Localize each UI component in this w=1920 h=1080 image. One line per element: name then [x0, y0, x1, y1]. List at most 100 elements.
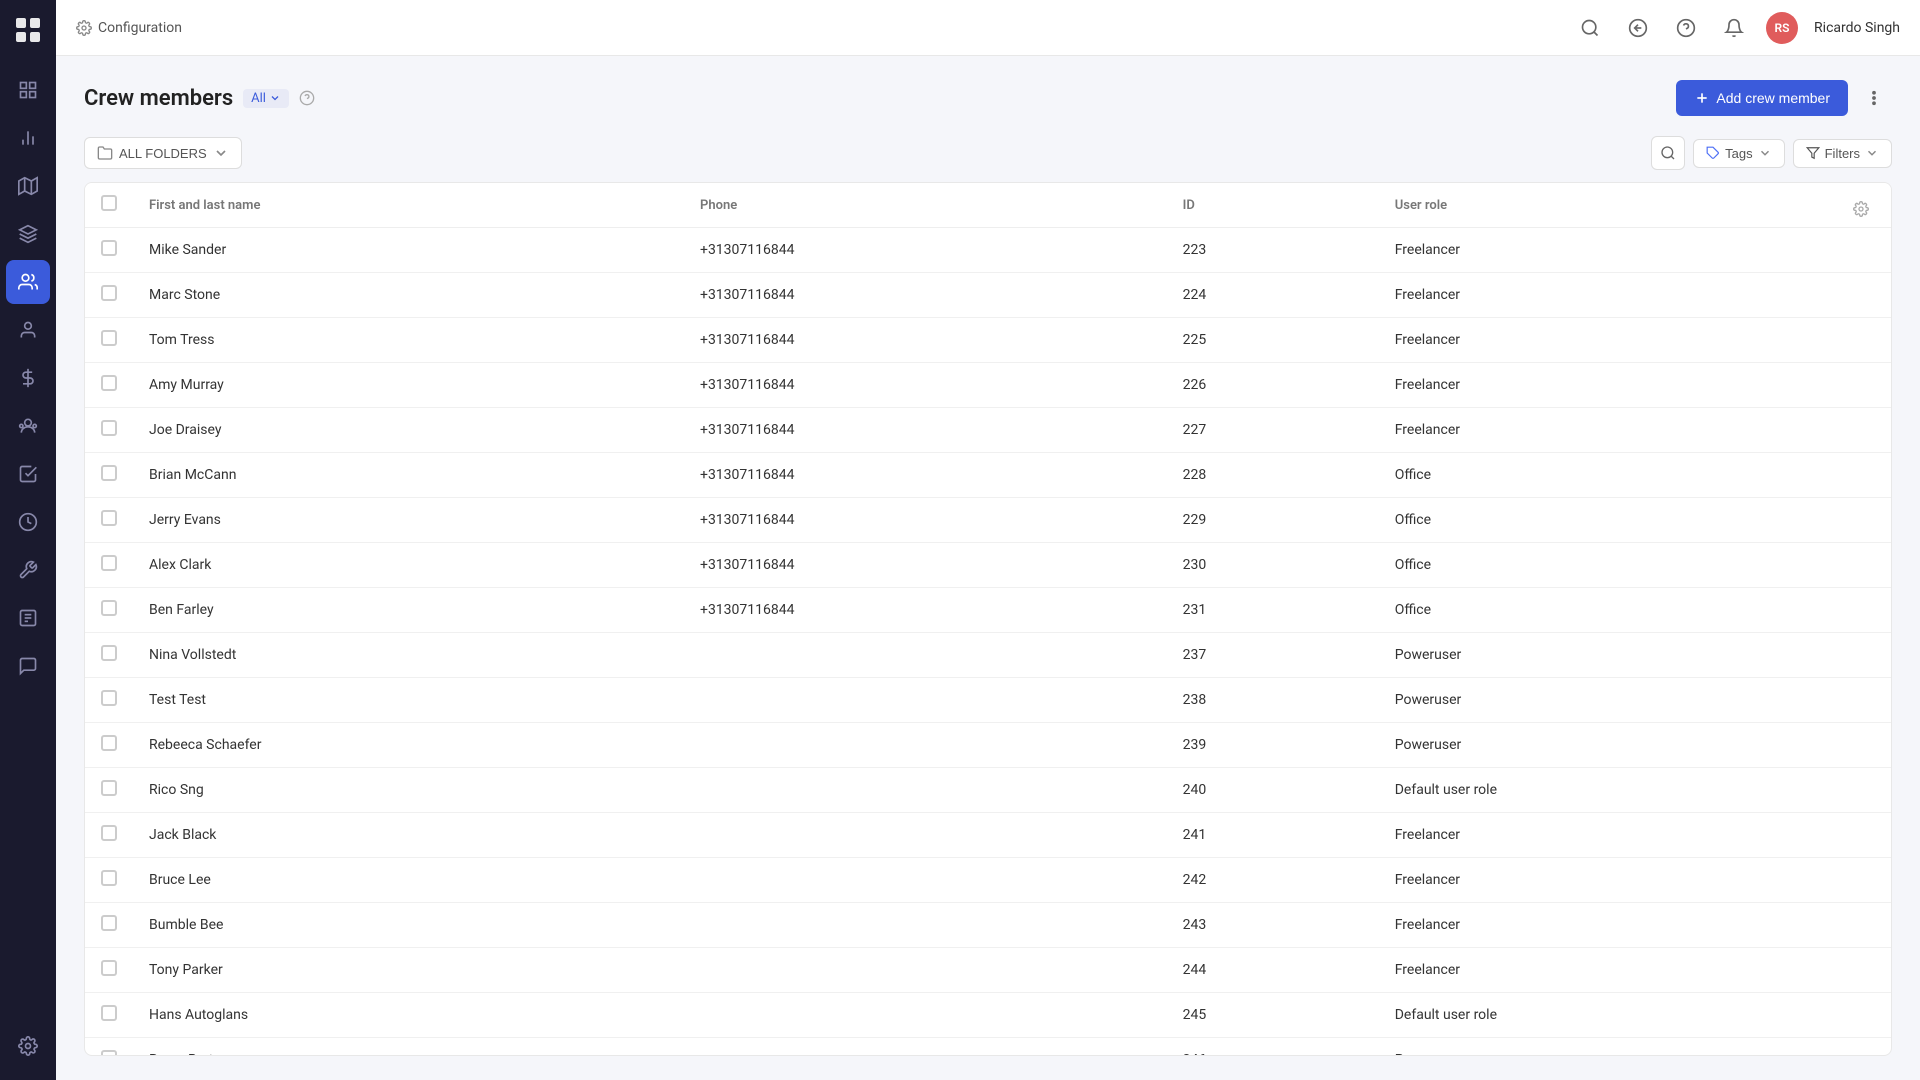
sidebar-item-chat[interactable]	[6, 644, 50, 688]
sidebar-item-users[interactable]	[6, 260, 50, 304]
add-crew-member-button[interactable]: Add crew member	[1676, 80, 1848, 116]
row-checkbox-cell[interactable]	[85, 633, 133, 678]
page-help-icon[interactable]	[299, 90, 315, 106]
row-checkbox[interactable]	[101, 690, 117, 706]
row-checkbox-cell[interactable]	[85, 1038, 133, 1056]
row-checkbox-cell[interactable]	[85, 453, 133, 498]
table-row[interactable]: Bruce Lee 242 Freelancer	[85, 858, 1891, 903]
row-checkbox-cell[interactable]	[85, 813, 133, 858]
row-checkbox[interactable]	[101, 375, 117, 391]
tags-button[interactable]: Tags	[1693, 139, 1784, 168]
row-checkbox-cell[interactable]	[85, 228, 133, 273]
filters-button[interactable]: Filters	[1793, 139, 1892, 168]
row-checkbox-cell[interactable]	[85, 318, 133, 363]
table-row[interactable]: Bumble Bee 243 Freelancer	[85, 903, 1891, 948]
cell-id: 230	[1167, 543, 1379, 588]
table-row[interactable]: Ben Farley +31307116844 231 Office	[85, 588, 1891, 633]
row-checkbox-cell[interactable]	[85, 363, 133, 408]
sidebar-item-settings[interactable]	[6, 1024, 50, 1068]
search-toggle-button[interactable]	[1651, 136, 1685, 170]
filter-badge[interactable]: All	[243, 89, 289, 108]
row-checkbox[interactable]	[101, 330, 117, 346]
table-row[interactable]: Jerry Evans +31307116844 229 Office	[85, 498, 1891, 543]
sidebar-item-map[interactable]	[6, 164, 50, 208]
sidebar-item-time[interactable]	[6, 500, 50, 544]
table-row[interactable]: Hans Autoglans 245 Default user role	[85, 993, 1891, 1038]
col-header-role: User role	[1379, 183, 1891, 228]
row-checkbox-cell[interactable]	[85, 588, 133, 633]
row-checkbox-cell[interactable]	[85, 498, 133, 543]
table-row[interactable]: Rares Bratucu 246 Poweruser	[85, 1038, 1891, 1056]
user-name[interactable]: Ricardo Singh	[1814, 20, 1900, 36]
more-options-button[interactable]	[1856, 80, 1892, 116]
sidebar-item-tasks[interactable]	[6, 452, 50, 496]
row-checkbox[interactable]	[101, 420, 117, 436]
table-row[interactable]: Joe Draisey +31307116844 227 Freelancer	[85, 408, 1891, 453]
sidebar-item-dashboard[interactable]	[6, 68, 50, 112]
row-checkbox[interactable]	[101, 600, 117, 616]
cell-phone: +31307116844	[684, 588, 1167, 633]
sidebar-item-analytics[interactable]	[6, 116, 50, 160]
row-checkbox[interactable]	[101, 465, 117, 481]
help-expand-button[interactable]	[1622, 12, 1654, 44]
row-checkbox[interactable]	[101, 285, 117, 301]
row-checkbox[interactable]	[101, 555, 117, 571]
page-header-right: Add crew member	[1676, 80, 1892, 116]
cell-phone	[684, 858, 1167, 903]
table-row[interactable]: Brian McCann +31307116844 228 Office	[85, 453, 1891, 498]
table-row[interactable]: Nina Vollstedt 237 Poweruser	[85, 633, 1891, 678]
select-all-checkbox[interactable]	[101, 195, 117, 211]
folder-filter-button[interactable]: ALL FOLDERS	[84, 137, 242, 169]
table-row[interactable]: Marc Stone +31307116844 224 Freelancer	[85, 273, 1891, 318]
config-gear-icon	[76, 20, 92, 36]
row-checkbox[interactable]	[101, 1050, 117, 1055]
row-checkbox[interactable]	[101, 870, 117, 886]
sidebar-item-team[interactable]	[6, 404, 50, 448]
table-row[interactable]: Jack Black 241 Freelancer	[85, 813, 1891, 858]
table-row[interactable]: Rebeeca Schaefer 239 Poweruser	[85, 723, 1891, 768]
table-row[interactable]: Mike Sander +31307116844 223 Freelancer	[85, 228, 1891, 273]
table-row[interactable]: Alex Clark +31307116844 230 Office	[85, 543, 1891, 588]
cell-id: 226	[1167, 363, 1379, 408]
table-row[interactable]: Test Test 238 Poweruser	[85, 678, 1891, 723]
help-button[interactable]	[1670, 12, 1702, 44]
row-checkbox-cell[interactable]	[85, 408, 133, 453]
table-row[interactable]: Rico Sng 240 Default user role	[85, 768, 1891, 813]
row-checkbox-cell[interactable]	[85, 948, 133, 993]
row-checkbox-cell[interactable]	[85, 543, 133, 588]
sidebar-item-finance[interactable]	[6, 356, 50, 400]
table-row[interactable]: Amy Murray +31307116844 226 Freelancer	[85, 363, 1891, 408]
row-checkbox-cell[interactable]	[85, 273, 133, 318]
row-checkbox-cell[interactable]	[85, 723, 133, 768]
sidebar-item-reports[interactable]	[6, 596, 50, 640]
search-button[interactable]	[1574, 12, 1606, 44]
row-checkbox[interactable]	[101, 780, 117, 796]
table-row[interactable]: Tony Parker 244 Freelancer	[85, 948, 1891, 993]
cell-role: Freelancer	[1379, 903, 1891, 948]
sidebar-item-person[interactable]	[6, 308, 50, 352]
row-checkbox-cell[interactable]	[85, 678, 133, 723]
select-all-header[interactable]	[85, 183, 133, 228]
row-checkbox[interactable]	[101, 915, 117, 931]
table-scroll-area[interactable]: First and last name Phone ID User role M…	[85, 183, 1891, 1055]
row-checkbox[interactable]	[101, 240, 117, 256]
row-checkbox[interactable]	[101, 960, 117, 976]
row-checkbox[interactable]	[101, 645, 117, 661]
notifications-button[interactable]	[1718, 12, 1750, 44]
user-avatar[interactable]: RS	[1766, 12, 1798, 44]
cell-name: Rico Sng	[133, 768, 684, 813]
app-logo[interactable]	[10, 12, 46, 48]
sidebar-item-layers[interactable]	[6, 212, 50, 256]
table-row[interactable]: Tom Tress +31307116844 225 Freelancer	[85, 318, 1891, 363]
row-checkbox[interactable]	[101, 1005, 117, 1021]
row-checkbox[interactable]	[101, 735, 117, 751]
row-checkbox-cell[interactable]	[85, 768, 133, 813]
row-checkbox-cell[interactable]	[85, 993, 133, 1038]
row-checkbox-cell[interactable]	[85, 858, 133, 903]
cell-id: 229	[1167, 498, 1379, 543]
sidebar-item-tools[interactable]	[6, 548, 50, 592]
table-settings-button[interactable]	[1847, 195, 1875, 223]
row-checkbox[interactable]	[101, 510, 117, 526]
row-checkbox-cell[interactable]	[85, 903, 133, 948]
row-checkbox[interactable]	[101, 825, 117, 841]
